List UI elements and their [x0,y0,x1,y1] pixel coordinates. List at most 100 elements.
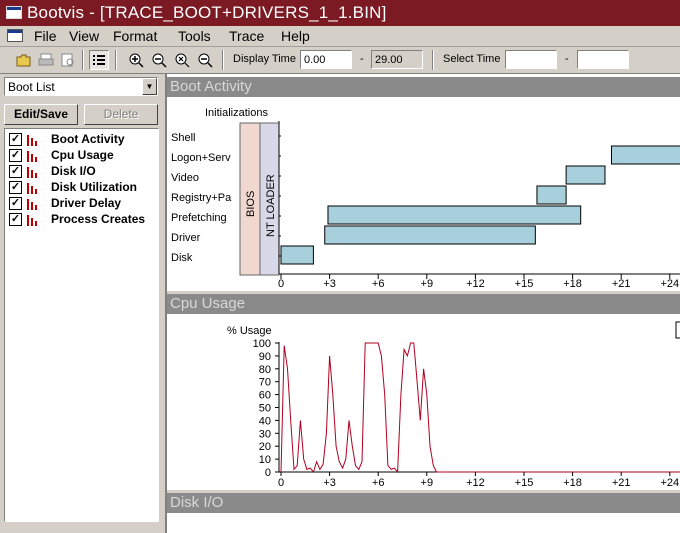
edit-save-button[interactable]: Edit/Save [4,104,78,125]
left-panel: Boot List ▼ Edit/Save Delete ✓ Boot Acti… [0,74,164,533]
menu-tools[interactable]: Tools [178,28,211,44]
x-tick-label: +18 [563,278,582,290]
graph-item-cpu-usage[interactable]: ✓ Cpu Usage [9,147,157,163]
activity-bar [536,185,567,205]
y-tick-label: 60 [259,390,271,402]
row-label: Shell [171,132,195,144]
select-time-end-input[interactable] [577,50,629,69]
row-label: Video [171,172,199,184]
graph-list: ✓ Boot Activity ✓ Cpu Usage ✓ Disk I/O ✓… [4,128,159,522]
graph-area: Boot Activity Initializations Shell Logon… [165,74,680,533]
toolbar-separator [222,50,224,70]
row-label: Driver [171,232,201,244]
bar-chart-icon [27,134,39,146]
x-tick-label: +15 [515,477,534,489]
x-tick-label: +9 [421,278,434,290]
window-title: Bootvis - [TRACE_BOOT+DRIVERS_1_1.BIN] [27,3,387,22]
x-tick-label: +12 [466,477,485,489]
bar-chart-icon [27,198,39,210]
x-tick-label: +24 [660,477,679,489]
cpu-usage-chart[interactable]: % Usage 0102030405060708090100 0 +3 +6 +9 +1… [167,314,680,489]
title-bar: Bootvis - [TRACE_BOOT+DRIVERS_1_1.BIN] [0,0,680,26]
row-label: Logon+Serv [171,152,231,164]
bar-chart-icon [27,182,39,194]
checkbox-checked-icon[interactable]: ✓ [9,149,22,162]
cpu-usage-header: Cpu Usage [167,294,680,314]
menu-file[interactable]: File [34,28,57,44]
list-view-icon[interactable] [89,50,109,70]
graph-item-label: Disk I/O [51,164,96,178]
activity-bar [565,165,606,185]
document-icon[interactable] [7,29,23,42]
checkbox-checked-icon[interactable]: ✓ [9,133,22,146]
graph-item-boot-activity[interactable]: ✓ Boot Activity [9,131,157,147]
menu-help[interactable]: Help [281,28,310,44]
x-tick-label: 0 [278,278,284,290]
menu-format[interactable]: Format [113,28,157,44]
toolbar: Display Time - Select Time - [0,47,680,74]
zoom-full-icon[interactable] [172,50,192,70]
app-icon [6,6,22,19]
cpu-y-axis-label: % Usage [227,325,272,337]
open-folder-icon[interactable] [14,50,34,70]
y-tick-label: 20 [259,441,271,453]
y-tick-label: 0 [265,467,271,479]
print-preview-icon[interactable] [58,50,78,70]
boot-list-value: Boot List [8,80,55,94]
checkbox-checked-icon[interactable]: ✓ [9,181,22,194]
display-time-label: Display Time [233,53,296,65]
checkbox-checked-icon[interactable]: ✓ [9,165,22,178]
toolbar-separator [432,50,434,70]
menu-bar: File View Format Tools Trace Help [0,26,680,47]
x-tick-label: +21 [612,278,631,290]
graph-item-process-creates[interactable]: ✓ Process Creates [9,211,157,227]
zoom-selection-icon[interactable] [195,50,215,70]
cpu-usage-series [280,342,680,474]
initializations-label: Initializations [205,107,268,119]
y-tick-label: 90 [259,351,271,363]
x-tick-label: +3 [323,278,336,290]
x-tick-label: +6 [372,278,385,290]
activity-bar [610,145,680,165]
boot-activity-chart[interactable]: Initializations Shell Logon+Serv Video Regi… [167,97,680,291]
menu-view[interactable]: View [69,28,99,44]
checkbox-checked-icon[interactable]: ✓ [9,197,22,210]
graph-item-driver-delay[interactable]: ✓ Driver Delay [9,195,157,211]
select-time-start-input[interactable] [505,50,557,69]
select-time-dash: - [565,53,569,65]
y-tick-label: 10 [259,454,271,466]
delete-button[interactable]: Delete [84,104,158,125]
row-label: Prefetching [171,212,227,224]
activity-bar [327,205,582,225]
print-icon[interactable] [36,50,56,70]
y-tick-label: 30 [259,428,271,440]
zoom-in-icon[interactable] [126,50,146,70]
boot-list-select[interactable]: Boot List ▼ [4,77,158,96]
boot-activity-header: Boot Activity [167,77,680,97]
graph-item-disk-io[interactable]: ✓ Disk I/O [9,163,157,179]
activity-bar [324,225,536,245]
display-time-start-input[interactable] [300,50,352,69]
x-tick-label: +9 [421,477,434,489]
disk-io-header: Disk I/O [167,493,680,513]
activity-bar [280,245,314,265]
toolbar-separator [82,50,84,70]
checkbox-checked-icon[interactable]: ✓ [9,213,22,226]
x-tick-label: +3 [323,477,336,489]
legend-box [675,321,680,339]
menu-trace[interactable]: Trace [229,28,264,44]
bios-label: BIOS [245,191,257,217]
y-tick-label: 80 [259,364,271,376]
x-tick-label: +24 [660,278,679,290]
zoom-out-icon[interactable] [149,50,169,70]
display-time-end-input[interactable] [371,50,423,69]
x-tick-label: +21 [612,477,631,489]
y-tick-label: 40 [259,415,271,427]
graph-item-disk-utilization[interactable]: ✓ Disk Utilization [9,179,157,195]
chevron-down-icon[interactable]: ▼ [142,78,157,95]
y-tick-label: 50 [259,403,271,415]
x-tick-label: +18 [563,477,582,489]
y-tick-label: 70 [259,377,271,389]
graph-item-label: Process Creates [51,212,146,226]
toolbar-separator [115,50,117,70]
